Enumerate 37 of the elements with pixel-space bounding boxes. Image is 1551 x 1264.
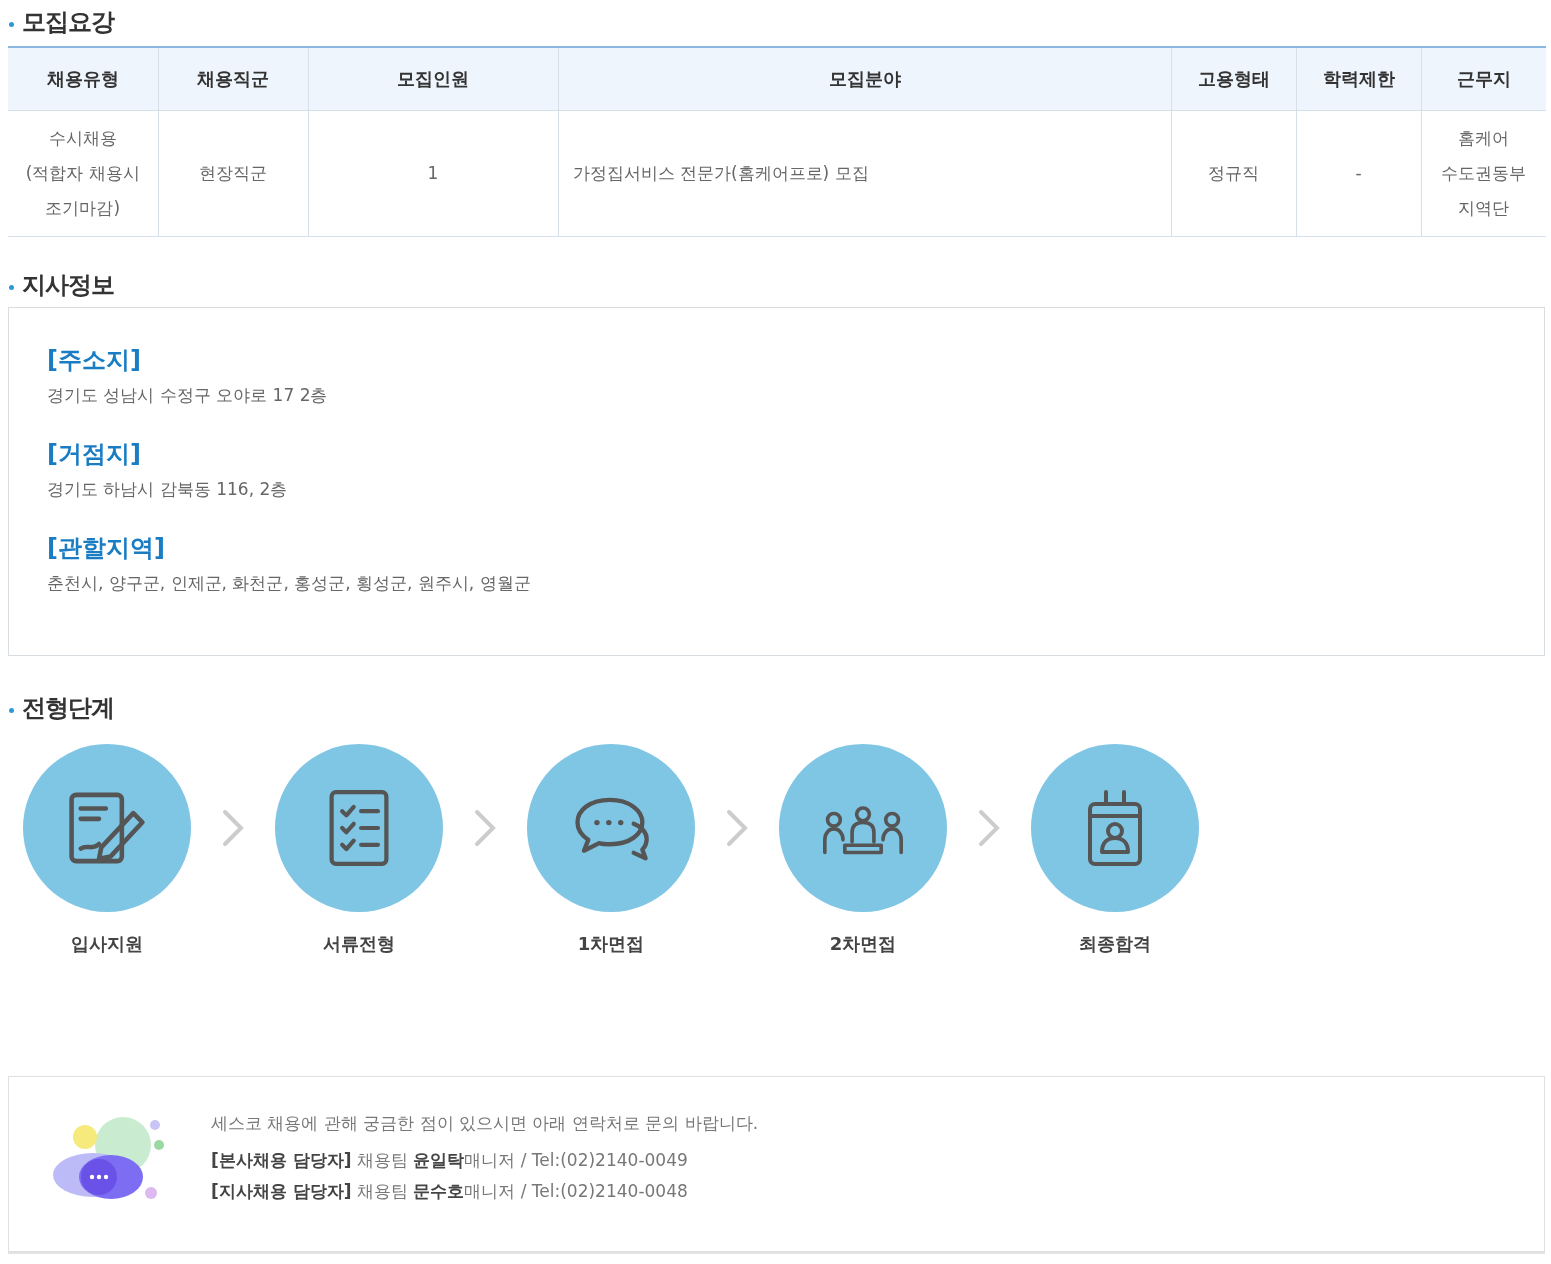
section-title: 모집요강: [22, 7, 114, 38]
step-label: 최종합격: [1079, 932, 1151, 956]
info-text: 춘천시, 양구군, 인제군, 화천군, 홍성군, 횡성군, 원주시, 영월군: [47, 572, 532, 595]
chevron-icon: [977, 808, 1001, 848]
table-cell: -: [1296, 110, 1421, 237]
chevron-icon: [473, 808, 497, 848]
column-header: 고용형태: [1171, 47, 1296, 111]
column-header: 채용직군: [158, 47, 308, 111]
bullet-icon: [9, 284, 14, 290]
table-cell: 1: [308, 110, 558, 237]
step-label: 2차면접: [829, 932, 897, 956]
contact-line: [본사채용 담당자] 채용팀 윤일탁매니저 / Tel:(02)2140-0049: [211, 1148, 689, 1172]
contact-line: [지사채용 담당자] 채용팀 문수호매니저 / Tel:(02)2140-0048: [211, 1179, 689, 1203]
table-cell: 정규직: [1171, 110, 1296, 237]
column-header: 모집분야: [558, 47, 1171, 111]
step-label: 1차면접: [577, 932, 645, 956]
chevron-icon: [221, 808, 245, 848]
column-header: 채용유형: [8, 47, 158, 111]
table-cell: 수시채용 (적합자 채용시 조기마감): [8, 110, 158, 237]
info-heading: [주소지]: [47, 345, 142, 376]
column-header: 근무지: [1421, 47, 1546, 111]
table-cell: 현장직군: [158, 110, 308, 237]
bullet-icon: [9, 21, 14, 27]
info-text: 경기도 하남시 감북동 116, 2층: [47, 478, 289, 501]
section-title: 전형단계: [22, 693, 114, 724]
section-title: 지사정보: [22, 270, 114, 301]
table-cell: 가정집서비스 전문가(홈케어프로) 모집: [558, 110, 1171, 237]
column-header: 모집인원: [308, 47, 558, 111]
contact-intro: 세스코 채용에 관해 궁금한 점이 있으시면 아래 연락처로 문의 바랍니다.: [211, 1111, 759, 1135]
info-text: 경기도 성남시 수정구 오야로 17 2층: [47, 384, 329, 407]
column-header: 학력제한: [1296, 47, 1421, 111]
step-label: 입사지원: [71, 932, 143, 956]
bullet-icon: [9, 707, 14, 713]
chevron-icon: [725, 808, 749, 848]
info-heading: [거점지]: [47, 439, 142, 470]
info-heading: [관할지역]: [47, 533, 166, 564]
step-label: 서류전형: [323, 932, 395, 956]
